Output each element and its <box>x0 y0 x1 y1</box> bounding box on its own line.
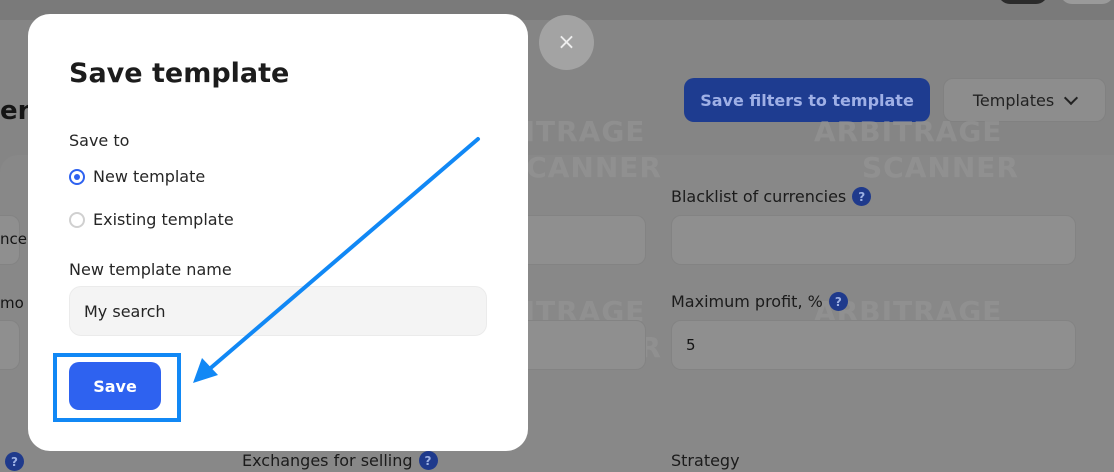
left-field-2[interactable] <box>0 320 20 370</box>
left-field-1-text: nce <box>0 230 27 248</box>
maximum-profit-input[interactable] <box>671 320 1076 370</box>
templates-dropdown-label: Templates <box>972 90 1055 110</box>
radio-button-checked[interactable] <box>69 168 85 185</box>
modal-title: Save template <box>69 58 290 89</box>
strategy-label: Strategy <box>671 451 740 470</box>
radio-label: New template <box>93 167 206 186</box>
radio-button[interactable] <box>69 211 85 228</box>
template-name-input[interactable]: My search <box>69 286 487 336</box>
blacklist-currencies-label: Blacklist of currencies ? <box>671 187 872 206</box>
maximum-profit-label: Maximum profit, % ? <box>671 292 848 311</box>
highlight-box <box>53 353 181 422</box>
maximum-profit-value: 5 <box>686 336 696 354</box>
help-icon[interactable]: ? <box>828 292 848 311</box>
close-icon: × <box>557 30 576 55</box>
blacklist-currencies-input[interactable] <box>671 215 1076 265</box>
left-label-2: mo <box>0 294 24 312</box>
avatar[interactable] <box>998 0 1048 4</box>
profile-menu[interactable] <box>1060 0 1114 4</box>
radio-label: Existing template <box>93 210 234 229</box>
template-name-value: My search <box>84 301 166 321</box>
help-icon[interactable]: ? <box>5 452 24 471</box>
save-filters-to-template-button[interactable]: Save filters to template <box>684 78 930 122</box>
help-icon[interactable]: ? <box>418 451 438 470</box>
templates-dropdown[interactable]: Templates <box>943 78 1106 122</box>
chevron-down-icon <box>1064 90 1079 106</box>
help-icon[interactable]: ? <box>852 187 872 206</box>
save-to-label: Save to <box>69 131 130 150</box>
exchanges-for-selling-label: Exchanges for selling ? <box>242 451 438 470</box>
radio-new-template[interactable]: New template <box>69 167 205 186</box>
radio-existing-template[interactable]: Existing template <box>69 210 234 229</box>
close-button[interactable]: × <box>539 15 594 70</box>
template-name-label: New template name <box>69 260 232 279</box>
